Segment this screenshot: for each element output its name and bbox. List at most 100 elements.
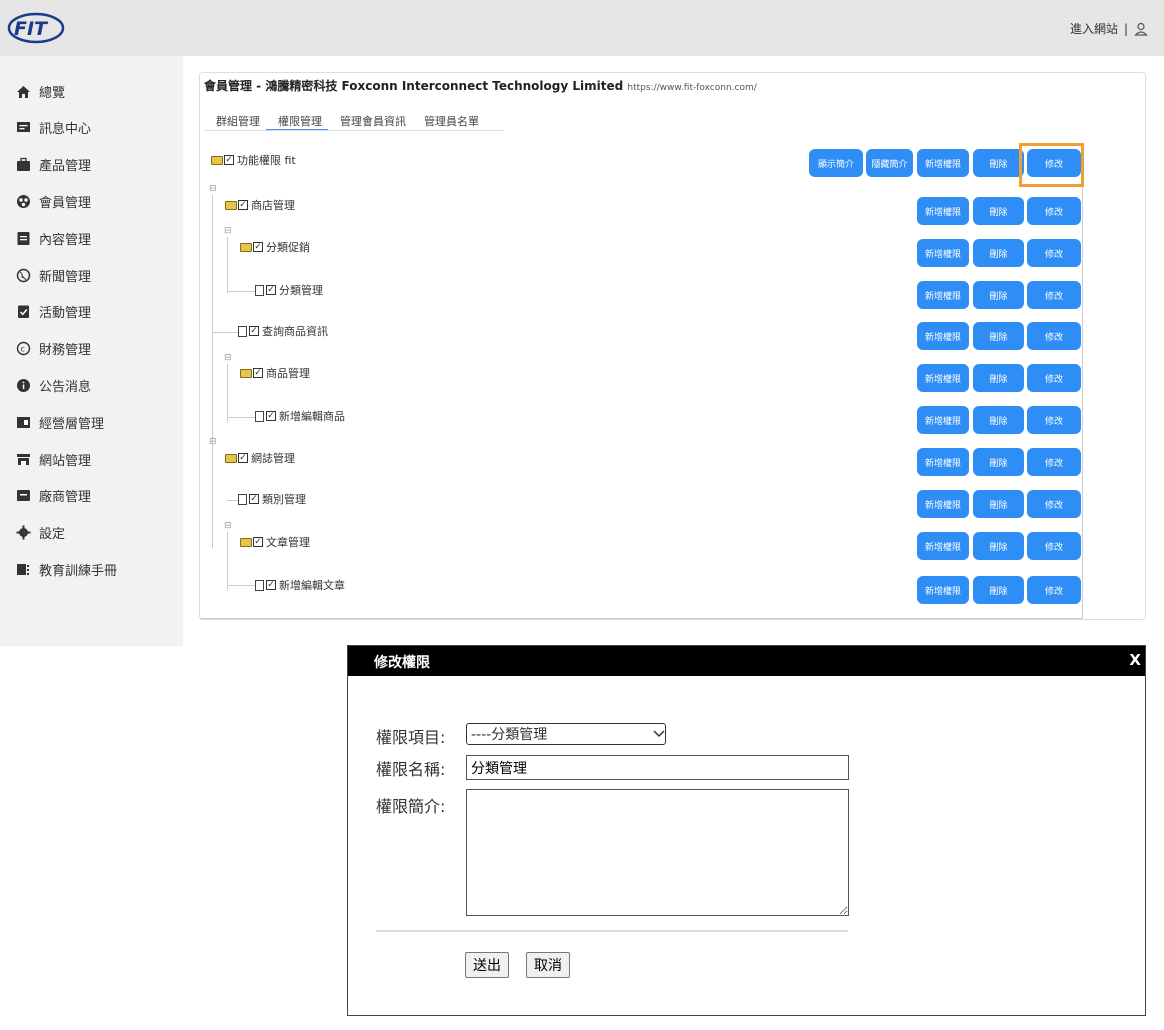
add-permission-button[interactable]: 新增權限 xyxy=(917,364,969,392)
add-permission-button[interactable]: 新增權限 xyxy=(917,239,969,267)
tree-node[interactable]: ✓ 分類管理 xyxy=(255,281,323,299)
delete-button[interactable]: 刪除 xyxy=(973,406,1024,434)
sidebar-item-4[interactable]: 內容管理 xyxy=(16,226,91,250)
board-icon xyxy=(17,416,30,428)
sidebar-item-12[interactable]: 設定 xyxy=(16,521,65,545)
tab-member-info[interactable]: 管理會員資訊 xyxy=(328,101,412,131)
add-permission-button[interactable]: 新增權限 xyxy=(917,406,969,434)
fit-logo[interactable]: FIT xyxy=(6,10,66,46)
sidebar-item-0[interactable]: 總覽 xyxy=(16,79,65,103)
delete-button[interactable]: 刪除 xyxy=(973,281,1024,309)
close-icon[interactable]: X xyxy=(1129,651,1141,669)
show-intro-button[interactable]: 顯示簡介 xyxy=(809,149,863,177)
tree-collapse-toggle[interactable]: ⊟ xyxy=(209,437,217,447)
delete-button[interactable]: 刪除 xyxy=(973,532,1024,560)
hide-intro-button[interactable]: 隱藏簡介 xyxy=(866,149,913,177)
sidebar-item-9[interactable]: 經營層管理 xyxy=(16,410,104,434)
tree-node[interactable]: ✓ 新增編輯商品 xyxy=(255,407,345,425)
sidebar-item-1[interactable]: 訊息中心 xyxy=(16,116,91,140)
tree-node[interactable]: ✓ 分類促銷 xyxy=(240,238,310,256)
add-permission-button[interactable]: 新增權限 xyxy=(917,448,969,476)
permission-checkbox[interactable]: ✓ xyxy=(266,411,276,421)
sidebar-item-3[interactable]: 會員管理 xyxy=(16,189,91,213)
tree-collapse-toggle[interactable]: ⊟ xyxy=(224,521,232,531)
edit-button[interactable]: 修改 xyxy=(1027,322,1081,350)
permission-checkbox[interactable]: ✓ xyxy=(266,580,276,590)
edit-button[interactable]: 修改 xyxy=(1027,239,1081,267)
edit-button[interactable]: 修改 xyxy=(1027,406,1081,434)
edit-button[interactable]: 修改 xyxy=(1027,532,1081,560)
permission-checkbox[interactable]: ✓ xyxy=(224,155,234,165)
delete-button[interactable]: 刪除 xyxy=(973,448,1024,476)
sidebar-item-5[interactable]: 新聞管理 xyxy=(16,263,91,287)
edit-button[interactable]: 修改 xyxy=(1027,197,1081,225)
permission-checkbox[interactable]: ✓ xyxy=(253,242,263,252)
tree-node[interactable]: ✓ 新增編輯文章 xyxy=(255,576,345,594)
tree-node[interactable]: ✓ 查詢商品資訊 xyxy=(238,322,328,340)
panel-title-url[interactable]: https://www.fit-foxconn.com/ xyxy=(627,83,756,93)
tree-node-label: 分類促銷 xyxy=(266,241,310,254)
sidebar-item-10[interactable]: 網站管理 xyxy=(16,447,91,471)
delete-button[interactable]: 刪除 xyxy=(973,364,1024,392)
cancel-button[interactable]: 取消 xyxy=(526,952,570,978)
tree-collapse-toggle[interactable]: ⊟ xyxy=(224,226,232,236)
sidebar-item-8[interactable]: 公告消息 xyxy=(16,373,91,397)
edit-button[interactable]: 修改 xyxy=(1027,576,1081,604)
page-title: 會員管理 - 鴻騰精密科技 Foxconn Interconnect Techn… xyxy=(204,77,757,94)
tree-node[interactable]: ✓ 文章管理 xyxy=(240,533,310,551)
file-icon xyxy=(255,284,264,296)
tree-node-label: 新增編輯文章 xyxy=(279,579,345,592)
edit-button[interactable]: 修改 xyxy=(1027,490,1081,518)
add-permission-button[interactable]: 新增權限 xyxy=(917,532,969,560)
panel-title-text: 會員管理 - 鴻騰精密科技 Foxconn Interconnect Techn… xyxy=(204,79,624,93)
tab-permission-management[interactable]: 權限管理 xyxy=(266,101,328,131)
tree-node[interactable]: ✓ 類別管理 xyxy=(238,490,306,508)
add-permission-button[interactable]: 新增權限 xyxy=(917,149,969,177)
delete-button[interactable]: 刪除 xyxy=(973,322,1024,350)
tree-guide-line xyxy=(227,417,255,418)
permission-checkbox[interactable]: ✓ xyxy=(266,285,276,295)
tab-group-management[interactable]: 群組管理 xyxy=(204,101,266,131)
sidebar-item-6[interactable]: 活動管理 xyxy=(16,300,91,324)
add-permission-button[interactable]: 新增權限 xyxy=(917,576,969,604)
permission-checkbox[interactable]: ✓ xyxy=(238,453,248,463)
delete-button[interactable]: 刪除 xyxy=(973,490,1024,518)
tab-admin-list[interactable]: 管理員名單 xyxy=(412,101,485,131)
delete-button[interactable]: 刪除 xyxy=(973,576,1024,604)
tree-node[interactable]: ✓ 商品管理 xyxy=(240,364,310,382)
permission-checkbox[interactable]: ✓ xyxy=(238,200,248,210)
add-permission-button[interactable]: 新增權限 xyxy=(917,322,969,350)
delete-button[interactable]: 刪除 xyxy=(973,149,1024,177)
delete-button[interactable]: 刪除 xyxy=(973,197,1024,225)
tree-node-label: 網誌管理 xyxy=(251,452,295,465)
permission-name-input[interactable] xyxy=(466,755,849,780)
tree-collapse-toggle[interactable]: ⊟ xyxy=(209,184,217,194)
tree-node[interactable]: ✓ 功能權限 fit xyxy=(211,151,296,169)
permission-desc-textarea[interactable] xyxy=(466,789,849,916)
desc-label: 權限簡介: xyxy=(376,797,446,816)
permission-item-select[interactable]: ----分類管理 xyxy=(466,723,666,745)
user-icon[interactable] xyxy=(1134,22,1148,36)
edit-button[interactable]: 修改 xyxy=(1027,281,1081,309)
permission-checkbox[interactable]: ✓ xyxy=(249,494,259,504)
permission-checkbox[interactable]: ✓ xyxy=(253,537,263,547)
delete-button[interactable]: 刪除 xyxy=(973,239,1024,267)
edit-button[interactable]: 修改 xyxy=(1027,364,1081,392)
svg-text:c: c xyxy=(21,345,25,354)
add-permission-button[interactable]: 新增權限 xyxy=(917,281,969,309)
tree-node[interactable]: ✓ 商店管理 xyxy=(225,196,295,214)
file-icon xyxy=(255,410,264,422)
tree-collapse-toggle[interactable]: ⊟ xyxy=(224,353,232,363)
sidebar-item-2[interactable]: 產品管理 xyxy=(16,153,91,177)
add-permission-button[interactable]: 新增權限 xyxy=(917,490,969,518)
submit-button[interactable]: 送出 xyxy=(465,952,509,978)
sidebar-item-7[interactable]: c 財務管理 xyxy=(16,337,91,361)
edit-button[interactable]: 修改 xyxy=(1027,448,1081,476)
enter-site-link[interactable]: 進入網站 xyxy=(1070,20,1118,37)
tree-node[interactable]: ✓ 網誌管理 xyxy=(225,449,295,467)
permission-checkbox[interactable]: ✓ xyxy=(249,326,259,336)
permission-checkbox[interactable]: ✓ xyxy=(253,368,263,378)
add-permission-button[interactable]: 新增權限 xyxy=(917,197,969,225)
sidebar-item-13[interactable]: 教育訓練手冊 xyxy=(16,557,117,581)
sidebar-item-11[interactable]: 廠商管理 xyxy=(16,484,91,508)
